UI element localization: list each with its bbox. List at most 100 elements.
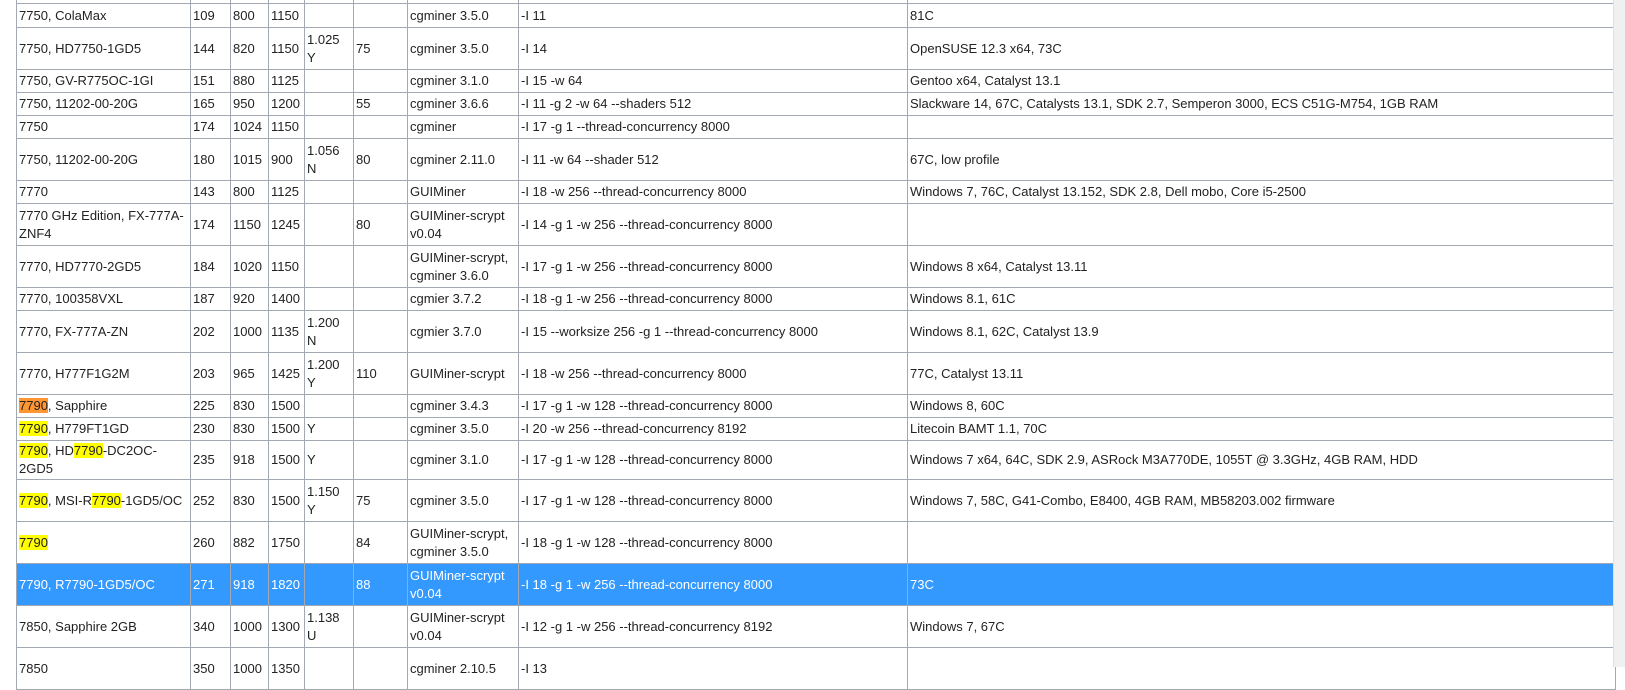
cell-power: 75 bbox=[354, 480, 408, 522]
cell-volt bbox=[305, 522, 354, 564]
cell-mem: 1125 bbox=[269, 181, 305, 204]
cell-khs: 340 bbox=[191, 606, 231, 648]
cell-options: -I 17 -g 1 -w 128 --thread-concurrency 8… bbox=[519, 441, 908, 480]
cell-volt bbox=[305, 648, 354, 690]
cell-options: -I 18 -w 256 --thread-concurrency 8000 bbox=[519, 181, 908, 204]
cell-volt bbox=[305, 116, 354, 139]
cell-miner: cgmier 3.7.2 bbox=[408, 288, 519, 311]
table-row[interactable]: 7770, 100358VXL 187 920 1400 cgmier 3.7.2 -I … bbox=[16, 288, 1616, 311]
cell-notes: Windows 7, 76C, Catalyst 13.152, SDK 2.8… bbox=[908, 181, 1616, 204]
cell-power: 84 bbox=[354, 522, 408, 564]
cell-options: -I 12 -g 1 -w 256 --thread-concurrency 8… bbox=[519, 606, 908, 648]
cell-notes: Windows 8.1, 62C, Catalyst 13.9 bbox=[908, 311, 1616, 353]
table-row[interactable]: 7750, ColaMax 109 800 1150 cgminer 3.5.0 -I 1… bbox=[16, 4, 1616, 28]
cell-options: -I 18 -g 1 -w 256 --thread-concurrency 8… bbox=[519, 564, 908, 606]
cell-khs: 260 bbox=[191, 522, 231, 564]
table-row[interactable]: 7770 GHz Edition, FX-777A-ZNF4 174 1150 124… bbox=[16, 204, 1616, 246]
cell-core: 830 bbox=[231, 395, 269, 418]
find-highlight: 7790 bbox=[73, 443, 103, 458]
cell-model: 7790, Sapphire bbox=[16, 395, 191, 418]
cell-miner: GUIMiner-scrypt, cgminer 3.5.0 bbox=[408, 522, 519, 564]
table-row[interactable]: 7850, Sapphire 2GB 340 1000 1300 1.138 U GUIM… bbox=[16, 606, 1616, 648]
cell-khs: 230 bbox=[191, 418, 231, 441]
cell-khs: 235 bbox=[191, 441, 231, 480]
cell-mem: 1135 bbox=[269, 311, 305, 353]
cell-core: 880 bbox=[231, 70, 269, 93]
table-row[interactable]: 7770 143 800 1125 GUIMiner -I 18 -w 256 --thr… bbox=[16, 181, 1616, 204]
find-highlight: 7790 bbox=[19, 534, 48, 550]
cell-volt: 1.056 N bbox=[305, 139, 354, 181]
table-row[interactable]: 7750, GV-R775OC-1GI 151 880 1125 cgminer 3.1… bbox=[16, 70, 1616, 93]
cell-miner: cgminer 3.5.0 bbox=[408, 28, 519, 70]
cell-khs: 109 bbox=[191, 4, 231, 28]
table-row[interactable]: 7790 260 882 1750 84 GUIMiner-scrypt, cgminer… bbox=[16, 522, 1616, 564]
cell-miner: cgminer 3.5.0 bbox=[408, 4, 519, 28]
cell-miner: cgminer 2.11.0 bbox=[408, 139, 519, 181]
table-row[interactable]: 7750, HD7750-1GD5 144 820 1150 1.025 Y 75 cgmi… bbox=[16, 28, 1616, 70]
cell-miner: GUIMiner bbox=[408, 181, 519, 204]
cell-notes: OpenSUSE 12.3 x64, 73C bbox=[908, 28, 1616, 70]
cell-options: -I 13 bbox=[519, 648, 908, 690]
cell-volt: Y bbox=[305, 418, 354, 441]
table-row[interactable]: 7790, R7790-1GD5/OC 271 918 1820 88 GUIMiner-… bbox=[16, 564, 1616, 606]
cell-options: -I 17 -g 1 --thread-concurrency 8000 bbox=[519, 116, 908, 139]
cell-mem: 1125 bbox=[269, 70, 305, 93]
cell-power: 80 bbox=[354, 204, 408, 246]
cell-core: 830 bbox=[231, 418, 269, 441]
cell-model: 7770 bbox=[16, 181, 191, 204]
table-row[interactable]: 7770, FX-777A-ZN 202 1000 1135 1.200 N cgmier… bbox=[16, 311, 1616, 353]
cell-volt bbox=[305, 93, 354, 116]
cell-mem: 1200 bbox=[269, 93, 305, 116]
table-row[interactable]: 7750 174 1024 1150 cgminer -I 17 -g 1 --threa… bbox=[16, 116, 1616, 139]
cell-core: 1000 bbox=[231, 648, 269, 690]
cell-core: 1000 bbox=[231, 311, 269, 353]
table-row[interactable]: 7790, HD7790-DC2OC-2GD5 235 918 1500 Ycgmine… bbox=[16, 441, 1616, 480]
cell-core: 965 bbox=[231, 353, 269, 395]
cell-power bbox=[354, 418, 408, 441]
table-row[interactable]: 7750, 11202-00-20G 165 950 1200 55 cgminer 3.… bbox=[16, 93, 1616, 116]
cell-volt bbox=[305, 564, 354, 606]
cell-miner: cgminer 3.4.3 bbox=[408, 395, 519, 418]
vertical-scrollbar[interactable] bbox=[1613, 0, 1625, 667]
find-highlight: 7790 bbox=[19, 492, 48, 508]
cell-model: 7750 bbox=[16, 116, 191, 139]
cell-model: 7770, 100358VXL bbox=[16, 288, 191, 311]
cell-power bbox=[354, 606, 408, 648]
cell-power bbox=[354, 116, 408, 139]
table-row[interactable]: 7750, 11202-00-20G 180 1015 900 1.056 N 80 cgm… bbox=[16, 139, 1616, 181]
cell-core: 820 bbox=[231, 28, 269, 70]
table-row[interactable]: 7850 350 1000 1350 cgminer 2.10.5 -I 13 bbox=[16, 648, 1616, 690]
cell-options: -I 11 -g 2 -w 64 --shaders 512 bbox=[519, 93, 908, 116]
cell-khs: 225 bbox=[191, 395, 231, 418]
cell-khs: 180 bbox=[191, 139, 231, 181]
cell-mem: 1350 bbox=[269, 648, 305, 690]
cell-khs: 151 bbox=[191, 70, 231, 93]
cell-options: -I 11 bbox=[519, 4, 908, 28]
cell-volt bbox=[305, 204, 354, 246]
table-row[interactable]: 7790, H779FT1GD 230 830 1500 Ycgminer 3.5.0-… bbox=[16, 418, 1616, 441]
cell-notes: Windows 8.1, 61C bbox=[908, 288, 1616, 311]
cell-model: 7790, R7790-1GD5/OC bbox=[16, 564, 191, 606]
cell-notes bbox=[908, 522, 1616, 564]
cell-power bbox=[354, 441, 408, 480]
cell-core: 1150 bbox=[231, 204, 269, 246]
cell-notes bbox=[908, 204, 1616, 246]
cell-power bbox=[354, 288, 408, 311]
table-row[interactable]: 7770, HD7770-2GD5 184 1020 1150 GUIMiner-scr… bbox=[16, 246, 1616, 288]
cell-notes: Windows 7, 58C, G41-Combo, E8400, 4GB RA… bbox=[908, 480, 1616, 522]
table-body: …7750, ColaMax1098001150cgminer 3.5.0-I … bbox=[16, 0, 1616, 690]
table-row[interactable]: 7770, H777F1G2M 203 965 1425 1.200 Y 110 GUIMi… bbox=[16, 353, 1616, 395]
cell-volt bbox=[305, 288, 354, 311]
find-highlight: 7790 bbox=[19, 398, 48, 413]
cell-khs: 174 bbox=[191, 116, 231, 139]
cell-khs: 165 bbox=[191, 93, 231, 116]
cell-khs: 350 bbox=[191, 648, 231, 690]
cell-core: 882 bbox=[231, 522, 269, 564]
cell-core: 918 bbox=[231, 441, 269, 480]
table-row[interactable]: 7790, MSI-R7790-1GD5/OC 252 830 1500 1.150 Y… bbox=[16, 480, 1616, 522]
cell-model: 7750, 11202-00-20G bbox=[16, 139, 191, 181]
cell-options: -I 17 -g 1 -w 128 --thread-concurrency 8… bbox=[519, 480, 908, 522]
table-row[interactable]: 7790, Sapphire 225 830 1500 cgminer 3.4.3 -I … bbox=[16, 395, 1616, 418]
cell-options: -I 18 -g 1 -w 128 --thread-concurrency 8… bbox=[519, 522, 908, 564]
cell-power: 80 bbox=[354, 139, 408, 181]
